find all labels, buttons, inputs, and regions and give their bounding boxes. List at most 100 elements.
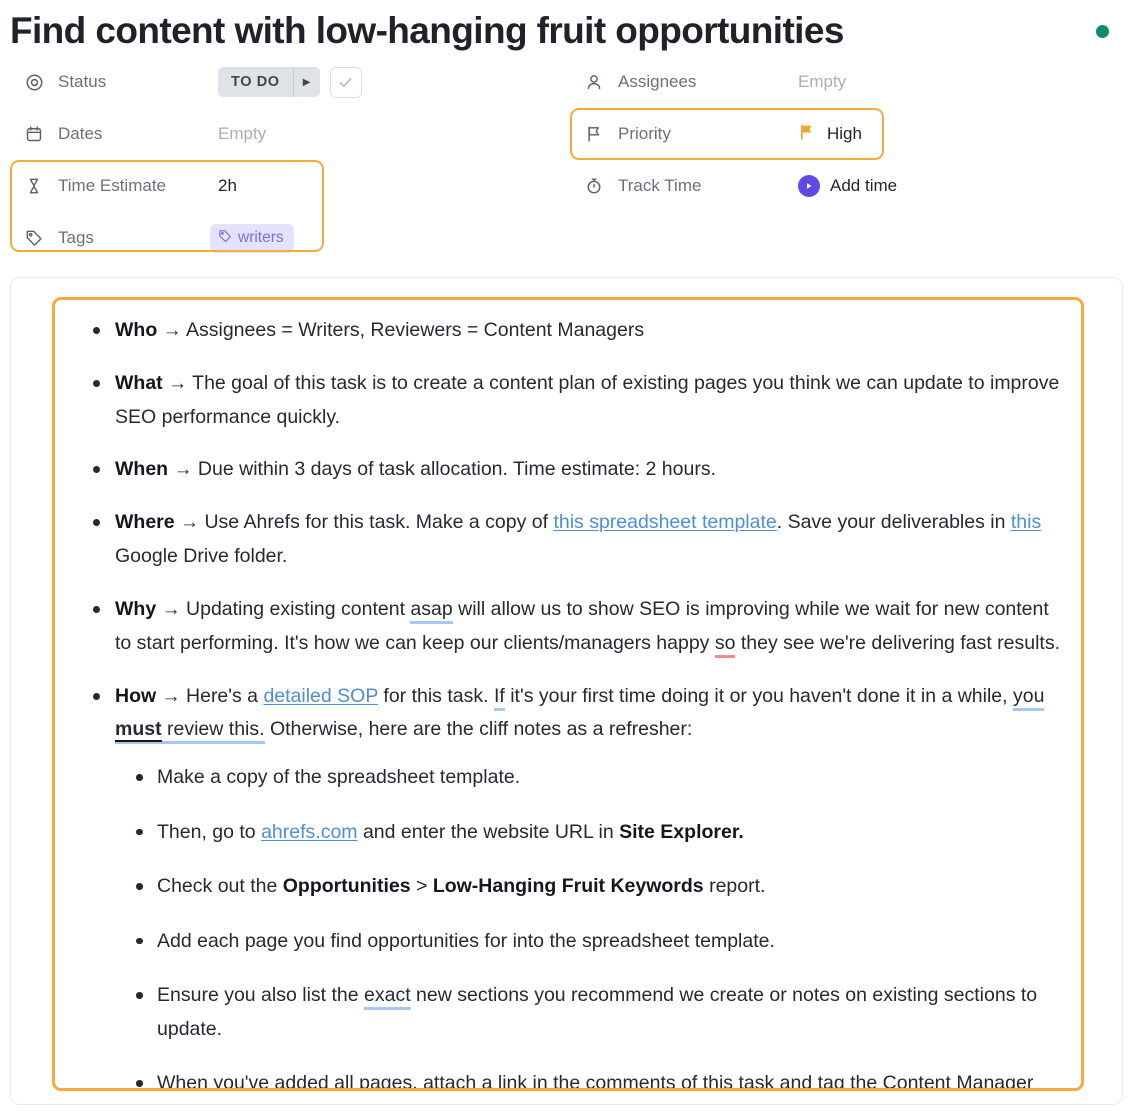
property-row-priority[interactable]: Priority High — [570, 108, 1110, 160]
mark-complete-button[interactable] — [329, 66, 362, 98]
tag-chip-label: writers — [238, 229, 284, 246]
subitem-text-1: Ensure you also list the — [157, 984, 365, 1007]
property-value-status: TO DO ▶ — [218, 66, 362, 98]
status-badge[interactable]: TO DO ▶ — [218, 67, 320, 97]
property-value-priority[interactable]: High — [798, 123, 862, 146]
grammar-suggestion-asap[interactable]: asap — [410, 597, 453, 624]
property-value-assignees[interactable]: Empty — [798, 72, 846, 92]
property-value-time-estimate[interactable]: 2h — [218, 176, 237, 196]
arrow-glyph: → — [180, 512, 200, 534]
description-highlight-box[interactable]: Who → Assignees = Writers, Reviewers = C… — [52, 297, 1084, 1091]
grammar-suggestion-exact[interactable]: exact — [364, 984, 411, 1011]
title-row: Find content with low-hanging fruit oppo… — [0, 0, 1135, 56]
property-label-priority: Priority — [618, 124, 671, 143]
item-text-where-3: Google Drive folder. — [115, 545, 288, 568]
subitem-text-1: Then, go to — [157, 820, 262, 843]
link-spreadsheet-template[interactable]: this spreadsheet template — [553, 511, 776, 533]
grammar-error-so[interactable]: so — [714, 631, 736, 658]
property-row-dates[interactable]: Dates Empty — [10, 108, 570, 160]
property-row-track-time[interactable]: Track Time Add time — [570, 160, 1110, 212]
arrow-glyph: → — [161, 685, 181, 707]
link-ahrefs-com[interactable]: ahrefs.com — [261, 821, 357, 843]
description-sublist: Make a copy of the spreadsheet template.… — [115, 761, 1063, 1091]
chevron-right-icon[interactable]: ▶ — [294, 67, 320, 97]
hourglass-icon — [24, 176, 44, 196]
property-value-dates[interactable]: Empty — [218, 124, 266, 144]
status-badge-label: TO DO — [231, 74, 280, 90]
phrase-post: review this. — [161, 718, 265, 741]
properties-panel: Status TO DO ▶ Dates Empty Time Estimate… — [0, 56, 1135, 256]
subitem-bold-opportunities: Opportunities — [282, 875, 411, 898]
subitem-text-3: report. — [703, 875, 766, 898]
item-text-how-4: Otherwise, here are the cliff notes as a… — [264, 718, 693, 741]
item-text-how-3: it's your first time doing it or you hav… — [504, 684, 1013, 707]
property-label-assignees: Assignees — [618, 72, 697, 91]
item-key-who: Who — [115, 319, 158, 341]
flag-filled-icon — [798, 123, 816, 146]
calendar-icon — [24, 124, 44, 144]
subitem-text: When you've added all pages, attach a li… — [157, 1072, 1034, 1091]
list-item-who: Who → Assignees = Writers, Reviewers = C… — [71, 314, 1063, 348]
item-text-who: Assignees = Writers, Reviewers = Content… — [186, 319, 645, 341]
item-text-why-3: they see we're delivering fast results. — [735, 631, 1061, 654]
tag-chip-icon — [218, 229, 232, 248]
subitem-text: Make a copy of the spreadsheet template. — [157, 766, 521, 789]
flag-outline-icon — [584, 124, 604, 144]
phrase-bold-must: must — [115, 718, 162, 743]
list-item-where: Where → Use Ahrefs for this task. Make a… — [71, 506, 1063, 574]
item-key-why: Why — [115, 597, 157, 620]
list-item-how: How → Here's a detailed SOP for this tas… — [71, 680, 1063, 1091]
property-row-assignees[interactable]: Assignees Empty — [570, 56, 1110, 108]
arrow-glyph: → — [161, 598, 181, 620]
page-title[interactable]: Find content with low-hanging fruit oppo… — [10, 10, 844, 52]
item-key-what: What — [115, 371, 163, 394]
sublist-item-make-copy: Make a copy of the spreadsheet template. — [115, 761, 1063, 795]
item-text-how-2: for this task. — [378, 684, 494, 707]
list-item-why: Why → Updating existing content asap wil… — [71, 593, 1063, 661]
add-time-button[interactable]: Add time — [798, 175, 897, 197]
property-label-track-time: Track Time — [618, 176, 702, 195]
list-item-when: When → Due within 3 days of task allocat… — [71, 453, 1063, 487]
sublist-item-add-pages: Add each page you find opportunities for… — [115, 925, 1063, 959]
item-key-where: Where — [115, 511, 175, 534]
subitem-bold-site-explorer: Site Explorer. — [619, 820, 744, 843]
arrow-glyph: → — [168, 372, 188, 394]
item-text-when: Due within 3 days of task allocation. Ti… — [197, 458, 717, 481]
property-label-dates: Dates — [58, 124, 103, 143]
item-text-why-1: Updating existing content — [186, 597, 411, 620]
priority-value-group: High — [798, 123, 862, 146]
phrase-pre: you — [1013, 684, 1045, 707]
property-label-status: Status — [58, 72, 107, 91]
property-label-time-estimate: Time Estimate — [58, 176, 167, 195]
subitem-text-1: Check out the — [157, 875, 283, 898]
task-detail-page: Find content with low-hanging fruit oppo… — [0, 0, 1135, 1115]
description-list: Who → Assignees = Writers, Reviewers = C… — [71, 314, 1063, 1091]
list-item-what: What → The goal of this task is to creat… — [71, 367, 1063, 435]
link-detailed-sop[interactable]: detailed SOP — [263, 685, 378, 707]
property-row-time-estimate[interactable]: Time Estimate 2h — [10, 160, 570, 212]
tag-chip-writers[interactable]: writers — [210, 223, 294, 253]
arrow-glyph: → — [173, 459, 193, 481]
item-text-how-1: Here's a — [186, 684, 264, 707]
property-value-track-time[interactable]: Add time — [798, 175, 897, 197]
grammar-suggestion-if[interactable]: If — [493, 684, 505, 711]
subitem-text: Add each page you find opportunities for… — [157, 929, 775, 952]
person-icon — [584, 72, 604, 92]
property-row-status[interactable]: Status TO DO ▶ — [10, 56, 570, 108]
item-text-where-2: . Save your deliverables in — [776, 511, 1011, 534]
sublist-item-attach-link: When you've added all pages, attach a li… — [115, 1067, 1063, 1091]
target-icon — [24, 72, 44, 92]
property-row-tags[interactable]: Tags writers — [10, 212, 570, 264]
item-key-how: How — [115, 684, 157, 707]
sublist-item-ahrefs: Then, go to ahrefs.com and enter the web… — [115, 816, 1063, 850]
tag-icon — [24, 228, 44, 248]
play-icon — [798, 175, 820, 197]
stopwatch-icon — [584, 176, 604, 196]
property-value-tags: writers — [210, 223, 294, 253]
properties-left-column: Status TO DO ▶ Dates Empty Time Estimate… — [10, 56, 570, 264]
property-label-tags: Tags — [58, 228, 94, 247]
sublist-item-exact-sections: Ensure you also list the exact new secti… — [115, 979, 1063, 1046]
link-google-drive-this[interactable]: this — [1011, 511, 1041, 533]
status-dot-icon — [1096, 24, 1109, 38]
subitem-text-2: and enter the website URL in — [357, 820, 620, 843]
